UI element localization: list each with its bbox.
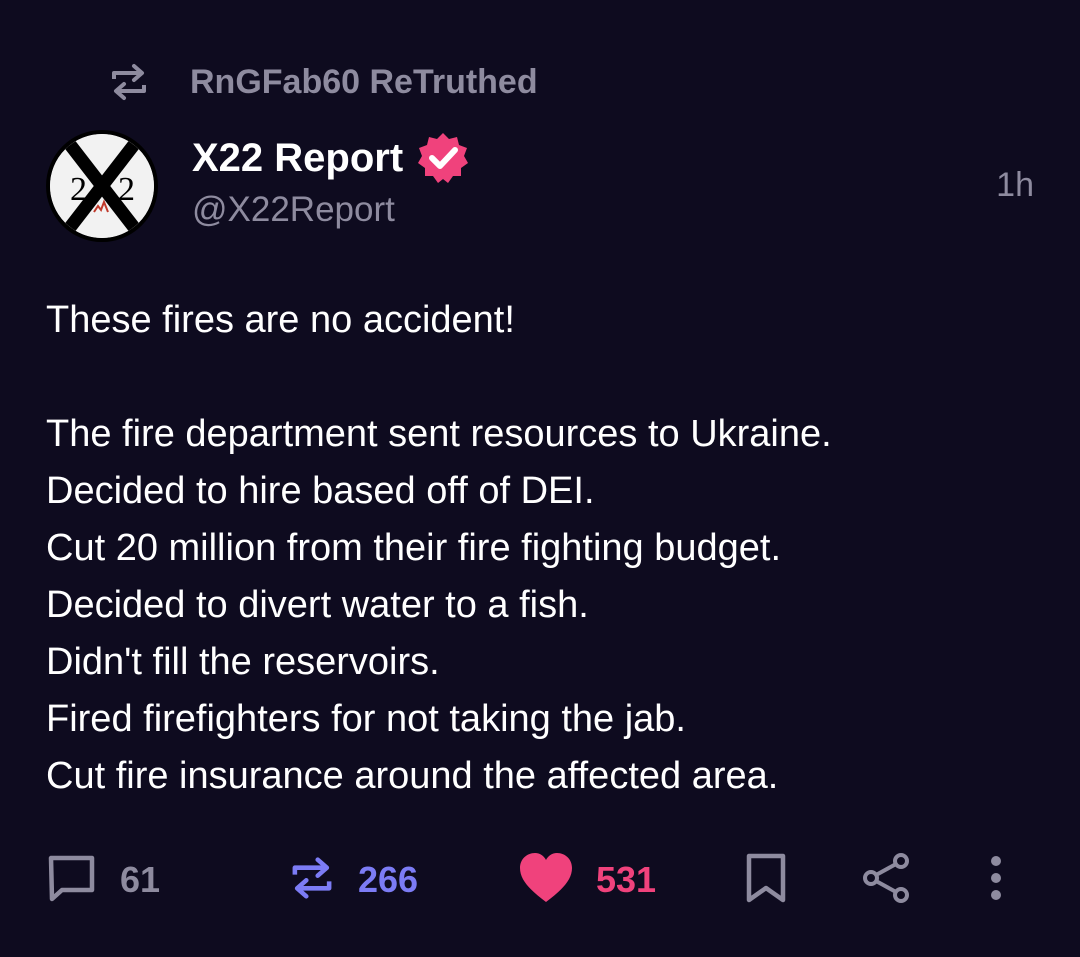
retruth-label[interactable]: RnGFab60 ReTruthed (190, 63, 538, 102)
post-line: Cut fire insurance around the affected a… (46, 755, 779, 797)
more-dots-icon (980, 852, 1012, 909)
post-line: Didn't fill the reservoirs. (46, 641, 440, 683)
reply-count: 61 (120, 859, 161, 900)
retruth-button[interactable]: 266 (288, 850, 418, 910)
post-timestamp: 1h (996, 166, 1034, 204)
post-body: These fires are no accident! The fire de… (46, 292, 1046, 805)
retruth-banner[interactable]: RnGFab60 ReTruthed (108, 58, 538, 106)
retruth-action-icon (288, 854, 336, 907)
post-line: Cut 20 million from their fire fighting … (46, 527, 782, 569)
heart-icon (518, 852, 574, 909)
verified-badge-icon (415, 130, 471, 186)
post-card: RnGFab60 ReTruthed 2 2 X22 Report @X22Re… (0, 0, 1080, 957)
action-bar: 61 266 531 (0, 850, 1080, 910)
reply-icon (46, 852, 98, 909)
author-block: X22 Report @X22Report (192, 132, 471, 230)
author-name-row: X22 Report (192, 132, 471, 184)
more-options-button[interactable] (980, 850, 1012, 910)
share-icon (860, 852, 912, 909)
retruth-count: 266 (358, 859, 419, 900)
author-handle[interactable]: @X22Report (192, 190, 471, 230)
post-line: Decided to hire based off of DEI. (46, 470, 595, 512)
like-count: 531 (596, 859, 657, 900)
retruth-icon (108, 61, 150, 103)
x22-logo: 2 2 (50, 134, 154, 238)
post-line: Fired firefighters for not taking the ja… (46, 698, 686, 740)
post-line: The fire department sent resources to Uk… (46, 413, 832, 455)
bookmark-icon (744, 852, 788, 909)
post-line: Decided to divert water to a fish. (46, 584, 589, 626)
avatar[interactable]: 2 2 (46, 130, 158, 242)
reply-button[interactable]: 61 (46, 850, 160, 910)
author-display-name[interactable]: X22 Report (192, 136, 403, 181)
post-line-gap (46, 349, 1046, 406)
share-button[interactable] (860, 850, 912, 910)
svg-text:2: 2 (118, 171, 135, 208)
bookmark-button[interactable] (744, 850, 788, 910)
post-line: These fires are no accident! (46, 299, 515, 341)
like-button[interactable]: 531 (518, 850, 656, 910)
svg-text:2: 2 (70, 171, 87, 208)
